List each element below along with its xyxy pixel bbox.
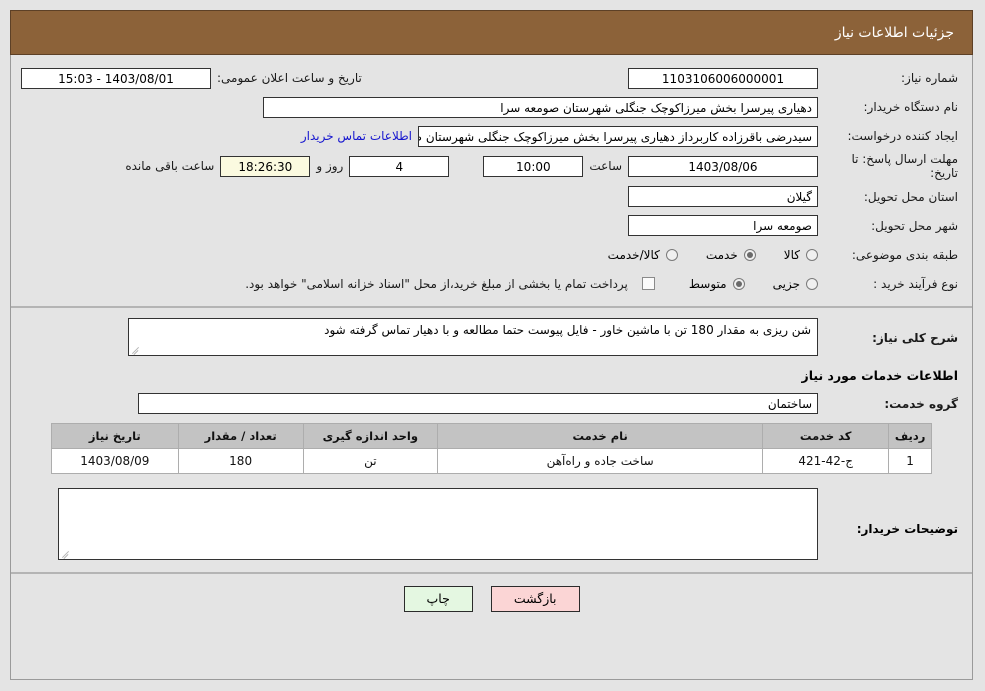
footer-actions: بازگشت چاپ [11,571,972,613]
deadline-hour-label: ساعت [589,159,622,174]
row-buyer-org: نام دستگاه خریدار: دهیاری پیرسرا بخش میر… [11,94,972,120]
resize-grip-icon[interactable] [131,344,141,354]
services-table: ردیف کد خدمت نام خدمت واحد اندازه گیری ت… [51,422,932,474]
process-option-minor-label: جزیی [772,276,800,291]
process-option-medium[interactable]: متوسط [689,277,745,291]
th-index: ردیف [888,422,932,449]
page-title: جزئیات اطلاعات نیاز [834,24,954,41]
row-deadline: مهلت ارسال پاسخ: تا تاریخ: 1403/08/06 سا… [11,152,972,181]
table-header-row: ردیف کد خدمت نام خدمت واحد اندازه گیری ت… [51,422,932,449]
remaining-time-label: ساعت باقی مانده [125,159,215,174]
process-label: نوع فرآیند خرید : [873,276,958,291]
request-creator-label: ایجاد کننده درخواست: [847,128,958,143]
buyer-notes-textarea[interactable] [58,487,818,560]
treasury-text: پرداخت تمام یا بخشی از مبلغ خرید،از محل … [245,276,628,291]
cell-quantity: 180 [177,447,304,474]
process-radio-group: جزیی متوسط [661,277,818,291]
request-creator-field[interactable]: سیدرضی باقرزاده کاربرداز دهیاری پیرسرا ب… [418,125,818,147]
need-number-label: شماره نیاز: [901,70,958,85]
remaining-time-field[interactable]: 18:26:30 [220,155,311,177]
page-title-bar: جزئیات اطلاعات نیاز [10,10,973,55]
row-service-group: گروه خدمت: ساختمان [11,391,972,417]
cell-code: ج-42-421 [762,447,890,474]
category-option-service[interactable]: خدمت [706,248,756,262]
checkbox-icon[interactable] [641,277,655,291]
category-radio-group: کالا خدمت کالا/خدمت [580,248,818,262]
buyer-notes-label: توضیحات خریدار: [856,521,958,536]
service-group-field[interactable]: ساختمان [138,393,818,415]
remaining-days-field[interactable]: 4 [349,155,450,177]
radio-icon[interactable] [665,248,678,261]
public-announce-label: تاریخ و ساعت اعلان عمومی: [217,71,362,85]
th-name: نام خدمت [437,422,764,449]
radio-icon[interactable] [806,277,818,290]
row-need-number: شماره نیاز: 1103106006000001 تاریخ و ساع… [11,65,972,91]
row-process: نوع فرآیند خرید : جزیی متوسط پرداخت تمام… [11,271,972,297]
th-date: تاریخ نیاز [51,422,179,449]
resize-grip-icon[interactable] [61,548,71,558]
back-button[interactable]: بازگشت [490,585,580,613]
row-request-creator: ایجاد کننده درخواست: سیدرضی باقرزاده کار… [11,123,972,149]
public-announce-field[interactable]: 1403/08/01 - 15:03 [21,67,211,89]
process-option-minor[interactable]: جزیی [773,277,818,291]
row-description: شرح کلی نیاز: شن ریزی به مقدار 180 تن با… [11,317,972,356]
row-buyer-notes: توضیحات خریدار: [11,487,972,560]
cell-unit: تن [302,447,439,474]
body-panel: شماره نیاز: 1103106006000001 تاریخ و ساع… [10,55,973,680]
radio-icon[interactable] [806,248,818,261]
th-quantity: تعداد / مقدار [177,422,304,449]
row-city: شهر محل تحویل: صومعه سرا [11,213,972,239]
services-table-wrap: ردیف کد خدمت نام خدمت واحد اندازه گیری ت… [11,422,972,474]
cell-name: ساخت جاده و راه‌آهن [437,447,764,474]
buyer-org-field[interactable]: دهیاری پیرسرا بخش میرزاکوچک جنگلی شهرستا… [263,96,818,118]
th-code: کد خدمت [762,422,890,449]
buyer-contact-link[interactable]: اطلاعات تماس خریدار [301,129,412,143]
remaining-days-label: روز و [316,159,344,174]
category-option-goods[interactable]: کالا [784,248,818,262]
province-field[interactable]: گیلان [628,186,818,208]
radio-icon[interactable] [732,277,745,290]
category-option-goods-service-label: کالا/خدمت [607,247,660,262]
description-label: شرح کلی نیاز: [872,330,958,345]
deadline-label: مهلت ارسال پاسخ: تا تاریخ: [851,152,958,181]
row-province: استان محل تحویل: گیلان [11,184,972,210]
services-heading: اطلاعات خدمات مورد نیاز [801,367,959,383]
print-button[interactable]: چاپ [403,585,473,613]
process-option-medium-label: متوسط [688,276,727,291]
cell-date: 1403/08/09 [51,447,179,474]
need-summary-section: شماره نیاز: 1103106006000001 تاریخ و ساع… [11,55,972,308]
description-textarea[interactable]: شن ریزی به مقدار 180 تن با ماشین خاور - … [128,317,818,356]
need-number-field[interactable]: 1103106006000001 [628,67,818,89]
category-label: طبقه بندی موضوعی: [851,247,958,262]
radio-icon[interactable] [743,248,756,261]
treasury-checkbox-row[interactable]: پرداخت تمام یا بخشی از مبلغ خرید،از محل … [239,277,655,291]
th-unit: واحد اندازه گیری [302,422,439,449]
page-frame: جزئیات اطلاعات نیاز شماره نیاز: 11031060… [10,10,973,681]
category-option-service-label: خدمت [705,247,738,262]
cell-index: 1 [888,447,932,474]
category-option-goods-label: کالا [783,247,800,262]
row-category: طبقه بندی موضوعی: کالا خدمت کالا/خدمت [11,242,972,268]
service-group-label: گروه خدمت: [884,396,958,411]
table-row: 1 ج-42-421 ساخت جاده و راه‌آهن تن 180 14… [51,447,932,474]
category-option-goods-service[interactable]: کالا/خدمت [608,248,678,262]
city-label: شهر محل تحویل: [871,218,958,233]
deadline-hour-field[interactable]: 10:00 [483,155,584,177]
province-label: استان محل تحویل: [863,189,958,204]
city-field[interactable]: صومعه سرا [628,215,818,237]
deadline-date-field[interactable]: 1403/08/06 [628,155,818,177]
buyer-org-label: نام دستگاه خریدار: [863,99,959,114]
